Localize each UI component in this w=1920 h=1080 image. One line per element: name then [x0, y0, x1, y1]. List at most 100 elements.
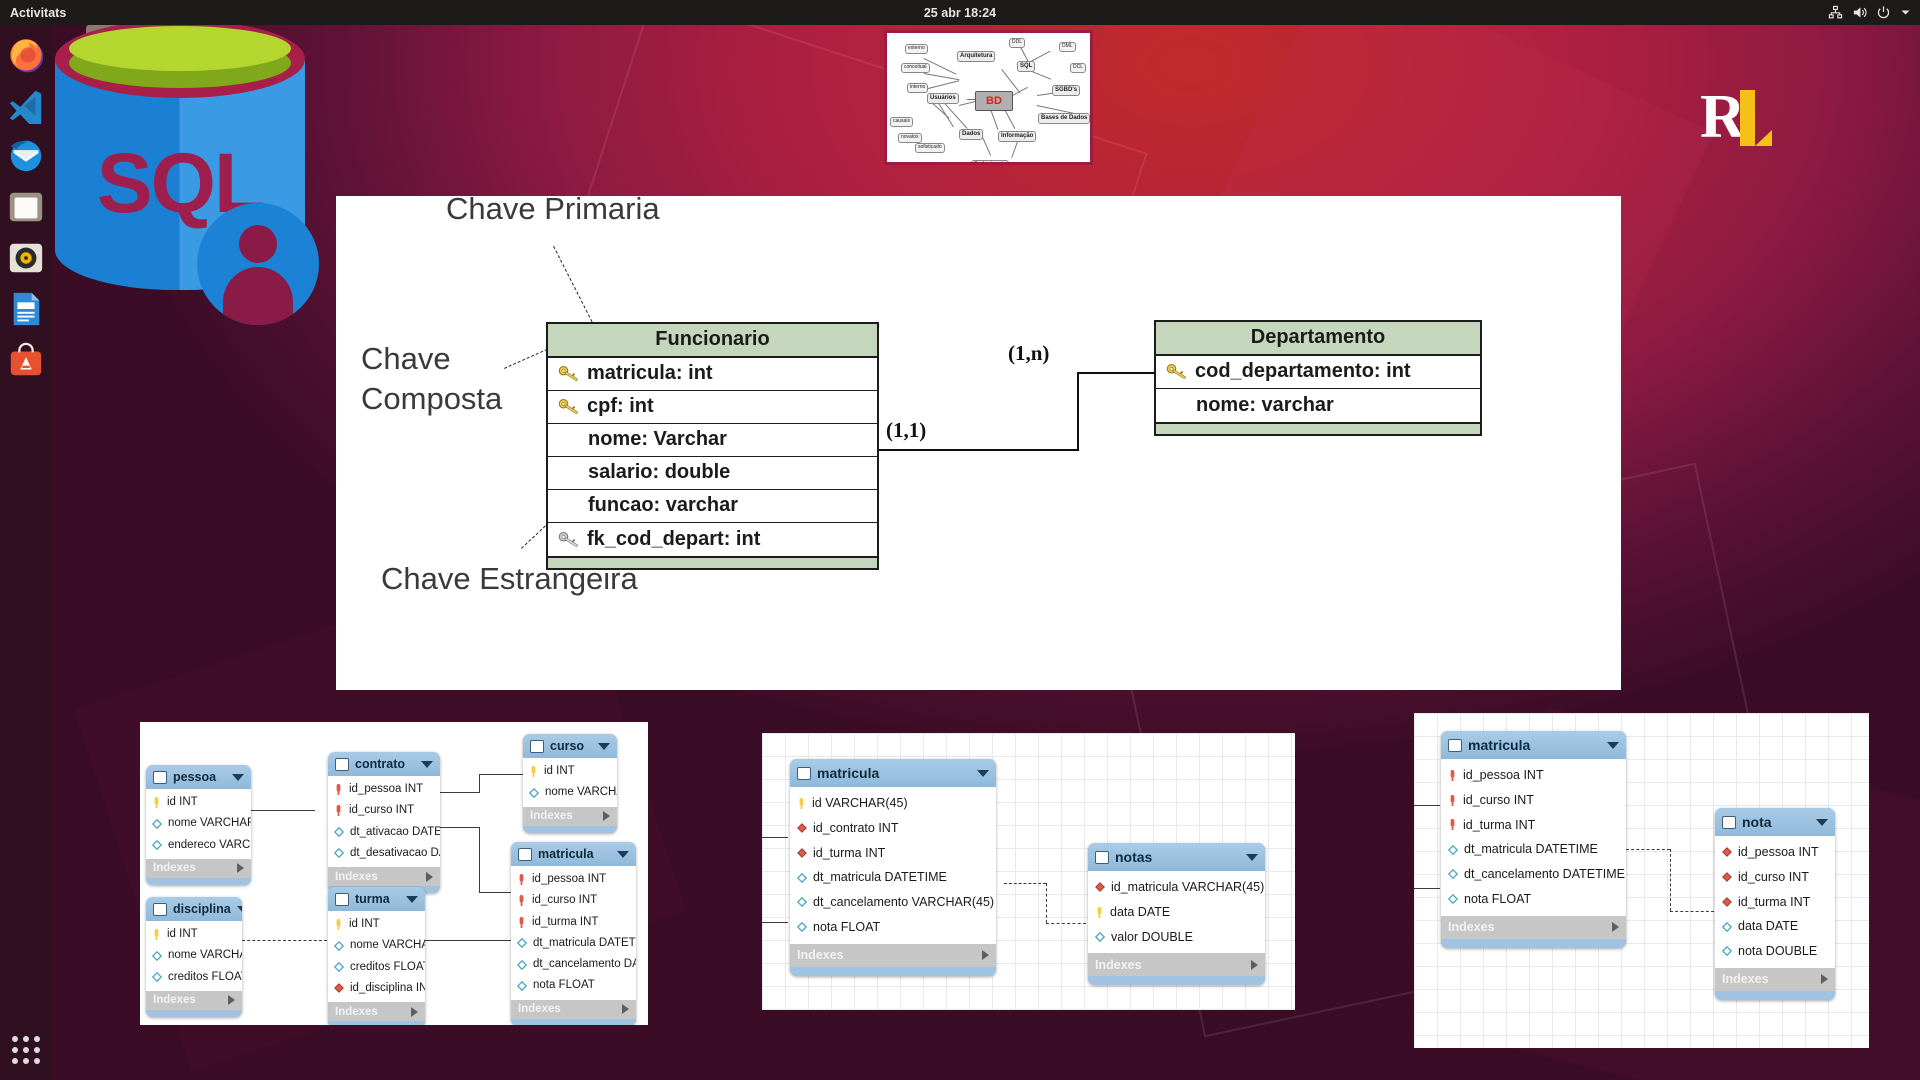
label-chave-composta-1: Chave — [361, 341, 451, 376]
volume-icon[interactable] — [1852, 5, 1867, 20]
chevron-down-icon[interactable] — [977, 769, 989, 777]
cm-node: Informação — [998, 131, 1037, 142]
dock-item-ubuntu-software[interactable] — [5, 339, 47, 381]
wb-table-notas[interactable]: notas id_matricula VARCHAR(45) data DATE… — [1088, 843, 1265, 986]
workbench-panel-left[interactable]: pessoa id INT nome VARCHAR(45) endereco … — [140, 722, 648, 1025]
wb-table-disciplina[interactable]: disciplina id INT nome VARCHAR(45) credi… — [146, 897, 242, 1017]
wb-table-footer — [146, 877, 251, 885]
wb-table-nota[interactable]: nota id_pessoa INT id_curso INT id_turma… — [1715, 808, 1835, 1000]
chevron-down-icon[interactable] — [1246, 853, 1258, 861]
chevron-down-icon[interactable] — [1816, 818, 1828, 826]
wb-column: nota FLOAT — [511, 975, 636, 996]
wb-table-header[interactable]: nota — [1715, 808, 1835, 836]
wb-column-label: id_contrato INT — [813, 820, 899, 835]
wb-column: dt_cancelamento DATETIME — [511, 954, 636, 975]
chevron-right-icon[interactable] — [1251, 959, 1258, 970]
chevron-right-icon[interactable] — [622, 1004, 629, 1014]
wb-table-header[interactable]: matricula — [511, 842, 636, 866]
wb-table-matricula[interactable]: matricula id_pessoa INT id_curso INT id_… — [1441, 731, 1626, 948]
wb-table-matricula[interactable]: matricula id VARCHAR(45) id_contrato INT… — [790, 759, 996, 976]
column-icon — [152, 840, 162, 851]
chevron-right-icon[interactable] — [1821, 974, 1828, 985]
power-icon[interactable] — [1876, 5, 1891, 20]
dock-item-rhythmbox[interactable] — [5, 237, 47, 279]
workbench-panel-right[interactable]: matricula id_pessoa INT id_curso INT id_… — [1414, 713, 1869, 1048]
show-applications-button[interactable] — [6, 1030, 46, 1070]
wb-table-header[interactable]: curso — [523, 734, 617, 758]
gnome-top-bar[interactable]: Activitats 25 abr 18:24 — [0, 0, 1920, 25]
dock-item-libreoffice-writer[interactable] — [5, 288, 47, 330]
er-table-departamento[interactable]: Departamento cod_departamento: int nome:… — [1154, 320, 1482, 436]
wb-column-label: id INT — [349, 918, 380, 930]
libreoffice-writer-icon — [13, 292, 40, 326]
wb-table-header[interactable]: notas — [1088, 843, 1265, 871]
wb-table-header[interactable]: matricula — [790, 759, 996, 787]
wb-indexes-row[interactable]: Indexes — [523, 806, 617, 826]
clock-datetime[interactable]: 25 abr 18:24 — [0, 6, 1920, 20]
er-column-label: fk_cod_depart: int — [587, 527, 761, 550]
column-icon — [1095, 931, 1105, 942]
er-column-label: salario: double — [588, 461, 731, 483]
wb-indexes-row[interactable]: Indexes — [1715, 967, 1835, 991]
chevron-right-icon[interactable] — [228, 995, 235, 1006]
wb-indexes-row[interactable]: Indexes — [328, 867, 440, 886]
cm-node: causais — [890, 117, 913, 127]
wb-column-label: dt_matricula DATETIME — [813, 870, 947, 885]
chevron-down-icon[interactable] — [1900, 7, 1911, 18]
system-tray[interactable] — [1828, 0, 1911, 25]
wb-indexes-row[interactable]: Indexes — [790, 943, 996, 967]
dock-item-files[interactable] — [5, 186, 47, 228]
wb-table-header[interactable]: turma — [328, 887, 425, 911]
chevron-down-icon[interactable] — [406, 895, 418, 903]
chevron-right-icon[interactable] — [1612, 922, 1619, 932]
concept-map-thumbnail[interactable]: externo conceitual interno Arquitetura S… — [884, 30, 1093, 165]
wb-indexes-row[interactable]: Indexes — [146, 990, 242, 1010]
wb-indexes-row[interactable]: Indexes — [328, 1002, 425, 1021]
chevron-down-icon[interactable] — [236, 905, 242, 913]
wb-table-turma[interactable]: turma id INT nome VARCHAR(45) creditos F… — [328, 887, 425, 1025]
chevron-down-icon[interactable] — [232, 773, 244, 781]
relation-line — [1046, 883, 1047, 923]
dock-item-vscode[interactable] — [5, 84, 47, 126]
wb-column: id INT — [328, 914, 425, 935]
chevron-right-icon[interactable] — [603, 811, 610, 821]
er-table-funcionario[interactable]: Funcionario matricula: int cpf: int nome… — [546, 322, 879, 570]
dock-item-thunderbird[interactable] — [5, 135, 47, 177]
foreign-key-icon — [1722, 896, 1732, 907]
wb-table-pessoa[interactable]: pessoa id INT nome VARCHAR(45) endereco … — [146, 765, 251, 885]
chevron-down-icon[interactable] — [421, 760, 433, 768]
chevron-right-icon[interactable] — [982, 950, 989, 960]
wb-table-header[interactable]: matricula — [1441, 731, 1626, 759]
relation-line — [242, 940, 327, 941]
ubuntu-dock[interactable] — [0, 25, 52, 1080]
grid-dot — [23, 1058, 29, 1064]
wb-table-header[interactable]: contrato — [328, 752, 440, 776]
wb-indexes-row[interactable]: Indexes — [1441, 915, 1626, 939]
wb-table-matricula[interactable]: matricula id_pessoa INT id_curso INT id_… — [511, 842, 636, 1025]
chevron-down-icon[interactable] — [617, 850, 629, 858]
wb-column-label: id_disciplina INT — [350, 981, 425, 994]
wb-indexes-row[interactable]: Indexes — [1088, 953, 1265, 977]
table-icon — [1448, 738, 1462, 752]
wb-table-header[interactable]: pessoa — [146, 765, 251, 789]
wb-table-curso[interactable]: curso id INT nome VARCHAR(45) Indexes — [523, 734, 617, 833]
er-column-row: cod_departamento: int — [1156, 356, 1480, 389]
chevron-right-icon[interactable] — [411, 1006, 418, 1017]
wb-indexes-row[interactable]: Indexes — [511, 999, 636, 1019]
wb-table-header[interactable]: disciplina — [146, 897, 242, 921]
workbench-panel-center[interactable]: matricula id VARCHAR(45) id_contrato INT… — [762, 733, 1295, 1010]
chevron-right-icon[interactable] — [237, 863, 244, 874]
wb-column-label: id_curso INT — [1738, 869, 1809, 884]
wb-table-footer — [328, 1021, 425, 1025]
chevron-down-icon[interactable] — [1607, 741, 1619, 749]
wb-indexes-row[interactable]: Indexes — [146, 858, 251, 878]
wb-table-contrato[interactable]: contrato id_pessoa INT id_curso INT dt_a… — [328, 752, 440, 893]
chevron-right-icon[interactable] — [426, 871, 433, 882]
wb-column-label: nota FLOAT — [533, 979, 595, 992]
activities-button[interactable]: Activitats — [0, 6, 78, 20]
network-icon[interactable] — [1828, 5, 1843, 20]
wb-columns: id_pessoa INT id_curso INT id_turma INT … — [1715, 836, 1835, 968]
chevron-down-icon[interactable] — [598, 742, 610, 750]
column-icon — [517, 980, 527, 991]
dock-item-firefox[interactable] — [5, 33, 47, 75]
